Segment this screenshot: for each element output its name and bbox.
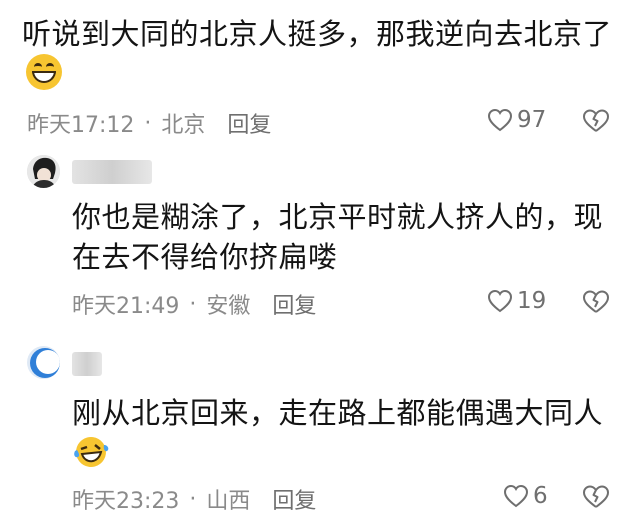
username-blurred[interactable] (72, 352, 102, 376)
heart-icon (503, 484, 529, 508)
separator-dot: · (189, 486, 197, 512)
like-count: 6 (533, 483, 548, 509)
like-button[interactable]: 19 (487, 288, 546, 314)
broken-heart-icon (583, 290, 609, 313)
reply-button[interactable]: 回复 (272, 483, 316, 515)
heart-icon (487, 108, 513, 132)
grinning-face-emoji (26, 54, 62, 90)
like-button[interactable]: 6 (503, 483, 548, 509)
reply-button[interactable]: 回复 (272, 288, 316, 320)
heart-icon (487, 289, 513, 313)
user-avatar-image (27, 155, 60, 188)
like-count: 97 (517, 107, 547, 133)
dislike-button[interactable] (582, 289, 610, 318)
comment-time: 昨天21:49 (72, 294, 180, 319)
dislike-button[interactable] (582, 484, 610, 513)
dislike-button[interactable] (582, 108, 610, 137)
username-blurred[interactable] (72, 160, 152, 184)
comment-location: 安徽 (206, 294, 251, 319)
comment-3-text: 刚从北京回来，走在路上都能偶遇大同人 (72, 393, 622, 473)
like-button[interactable]: 97 (487, 107, 546, 133)
separator-dot: · (189, 291, 197, 317)
broken-heart-icon (583, 109, 609, 132)
comment-1-meta: 昨天17:12 · 北京 回复 (27, 107, 271, 139)
comment-location: 北京 (161, 113, 206, 138)
comment-location: 山西 (206, 489, 251, 514)
user-avatar-image (27, 346, 60, 379)
avatar[interactable] (27, 346, 60, 379)
comment-time: 昨天23:23 (72, 489, 180, 514)
comment-3-meta: 昨天23:23 · 山西 回复 (72, 483, 316, 515)
like-count: 19 (517, 288, 547, 314)
broken-heart-icon (583, 485, 609, 508)
laughing-tears-emoji (72, 433, 110, 471)
separator-dot: · (144, 110, 152, 136)
reply-button[interactable]: 回复 (227, 107, 271, 139)
comment-1-text: 听说到大同的北京人挺多，那我逆向去北京了 (22, 14, 622, 94)
comment-2-meta: 昨天21:49 · 安徽 回复 (72, 288, 316, 320)
comment-2-text: 你也是糊涂了，北京平时就人挤人的，现在去不得给你挤扁喽 (72, 200, 604, 274)
avatar[interactable] (27, 155, 60, 188)
comment-time: 昨天17:12 (27, 113, 135, 138)
